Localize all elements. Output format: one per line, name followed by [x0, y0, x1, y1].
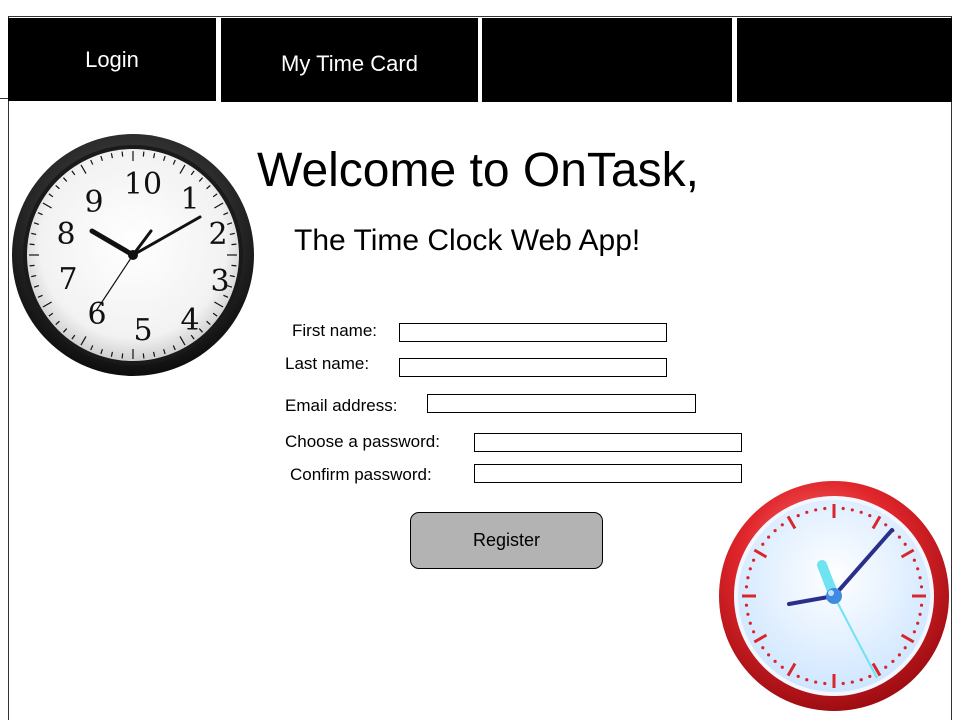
svg-text:6: 6	[87, 297, 106, 332]
svg-text:8: 8	[56, 217, 75, 252]
last-name-label: Last name:	[285, 354, 370, 373]
top-nav: Login My Time Card	[8, 16, 952, 104]
svg-text:9: 9	[84, 185, 103, 220]
last-name-field[interactable]	[399, 358, 667, 377]
tab-login[interactable]: Login	[8, 18, 216, 101]
page-subtitle: The Time Clock Web App!	[294, 224, 641, 257]
svg-text:2: 2	[208, 217, 227, 252]
tab-my-time-card[interactable]: My Time Card	[221, 18, 478, 102]
page-title: Welcome to OnTask,	[257, 144, 699, 197]
first-name-field[interactable]	[399, 323, 667, 342]
wall-clock-icon: 10 1 2 3 4 5 6 7 8 9	[10, 134, 256, 380]
first-name-label: First name:	[292, 321, 378, 340]
email-field[interactable]	[427, 394, 696, 413]
svg-text:10: 10	[124, 167, 162, 202]
register-button[interactable]: Register	[410, 512, 603, 569]
svg-text:4: 4	[180, 303, 199, 338]
svg-text:7: 7	[58, 262, 77, 297]
svg-text:3: 3	[210, 264, 229, 299]
tab-empty-3[interactable]	[482, 18, 732, 102]
svg-text:5: 5	[133, 313, 152, 348]
red-clock-icon	[714, 480, 954, 716]
confirm-password-label: Confirm password:	[290, 465, 432, 484]
confirm-password-field[interactable]	[474, 464, 742, 483]
tab-my-time-card-label: My Time Card	[281, 51, 418, 76]
tab-empty-4[interactable]	[737, 18, 952, 102]
svg-text:1: 1	[180, 182, 199, 217]
tab-login-label: Login	[85, 46, 139, 72]
password-field[interactable]	[474, 433, 742, 452]
email-label: Email address:	[285, 396, 398, 415]
password-label: Choose a password:	[285, 432, 440, 451]
